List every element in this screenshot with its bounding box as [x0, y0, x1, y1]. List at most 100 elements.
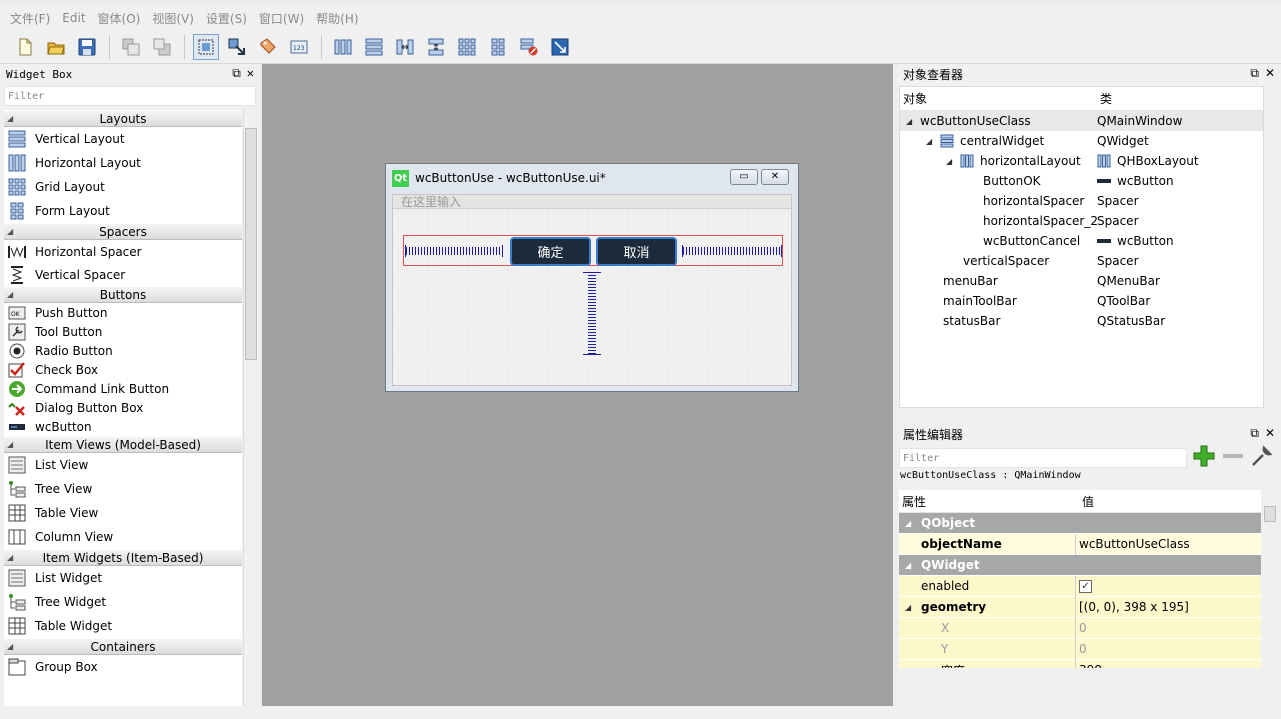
widget-item-list-widget[interactable]: List Widget [4, 566, 242, 590]
close-icon[interactable]: ✕ [247, 66, 254, 81]
column-class[interactable]: 类 [1097, 90, 1112, 107]
widget-item-list-view[interactable]: List View [4, 453, 242, 477]
float-dock-icon[interactable]: ⧉ [1250, 426, 1259, 441]
vertical-spacer[interactable] [583, 272, 601, 355]
widget-item-dialog-button-box[interactable]: Dialog Button Box [4, 398, 242, 417]
column-property[interactable]: 属性 [899, 493, 1079, 510]
layout-grid-button[interactable] [454, 34, 480, 60]
bring-to-front-button[interactable] [149, 34, 175, 60]
horizontal-layout-frame[interactable]: 确定 取消 [403, 235, 783, 266]
close-icon[interactable]: ✕ [1265, 426, 1275, 441]
tree-row[interactable]: menuBar QMenuBar [900, 271, 1263, 291]
widget-item-command-link-button[interactable]: Command Link Button [4, 379, 242, 398]
minimize-button[interactable]: ▭ [730, 169, 758, 185]
tree-row[interactable]: ◢ centralWidget QWidget [900, 131, 1263, 151]
object-tree[interactable]: 对象 类 ◢ wcButtonUseClass QMainWindow ◢ cent… [899, 86, 1264, 408]
send-to-back-button[interactable] [118, 34, 144, 60]
property-row-enabled[interactable]: enabled ✓ [899, 575, 1261, 597]
menu-help[interactable]: 帮助(H) [310, 10, 364, 27]
property-row-geometry[interactable]: ◢ geometry [(0, 0), 398 x 195] [899, 596, 1261, 618]
configure-wrench-icon[interactable] [1250, 444, 1274, 468]
adjust-size-button[interactable] [547, 34, 573, 60]
close-icon[interactable]: ✕ [1265, 66, 1275, 81]
menu-form[interactable]: 窗体(O) [92, 10, 147, 27]
property-filter-input[interactable]: Filter [899, 448, 1187, 468]
property-row-width[interactable]: 宽度 398 [899, 659, 1261, 668]
widget-item-vertical-layout[interactable]: Vertical Layout [4, 127, 242, 151]
form-window[interactable]: Qt wcButtonUse - wcButtonUse.ui* ▭ ✕ 在这里… [385, 163, 799, 392]
widget-item-tree-widget[interactable]: Tree Widget [4, 590, 242, 614]
tree-row[interactable]: verticalSpacer Spacer [900, 251, 1263, 271]
scrollbar-thumb[interactable] [1264, 506, 1276, 522]
layout-form-button[interactable] [485, 34, 511, 60]
widget-item-column-view[interactable]: Column View [4, 525, 242, 549]
menu-file[interactable]: 文件(F) [4, 10, 56, 27]
property-row-objectname[interactable]: objectName wcButtonUseClass [899, 533, 1261, 555]
horizontal-spacer[interactable] [405, 245, 503, 257]
edit-signals-slots-button[interactable] [224, 34, 250, 60]
widget-item-wcbutton[interactable]: wcButton [4, 417, 242, 436]
widget-item-horizontal-spacer[interactable]: Horizontal Spacer [4, 240, 242, 263]
float-dock-icon[interactable]: ⧉ [232, 66, 241, 81]
ok-button[interactable]: 确定 [510, 237, 591, 266]
enabled-checkbox[interactable]: ✓ [1079, 579, 1092, 593]
tree-row[interactable]: horizontalSpacer_2 Spacer [900, 211, 1263, 231]
widget-item-form-layout[interactable]: Form Layout [4, 199, 242, 223]
widget-box-filter-input[interactable]: Filter [4, 86, 256, 106]
category-spacers[interactable]: ◢ Spacers [4, 223, 242, 240]
cancel-button[interactable]: 取消 [596, 237, 677, 266]
menu-edit[interactable]: Edit [56, 11, 91, 25]
widget-item-horizontal-layout[interactable]: Horizontal Layout [4, 151, 242, 175]
widget-item-group-box[interactable]: Group Box [4, 655, 242, 679]
menu-view[interactable]: 视图(V) [146, 10, 200, 27]
column-object[interactable]: 对象 [900, 90, 1097, 107]
widget-item-push-button[interactable]: OK Push Button [4, 303, 242, 322]
column-value[interactable]: 值 [1079, 493, 1094, 510]
tree-row[interactable]: statusBar QStatusBar [900, 311, 1263, 331]
tree-row[interactable]: horizontalSpacer Spacer [900, 191, 1263, 211]
layout-h-splitter-button[interactable] [392, 34, 418, 60]
property-table[interactable]: 属性 值 ◢ QObject objectName wcButtonUseClas… [899, 490, 1261, 668]
open-file-button[interactable] [43, 34, 69, 60]
tree-row[interactable]: mainToolBar QToolBar [900, 291, 1263, 311]
layout-horizontal-button[interactable] [330, 34, 356, 60]
widget-item-vertical-spacer[interactable]: Vertical Spacer [4, 263, 242, 286]
tree-row[interactable]: ◢ wcButtonUseClass QMainWindow [900, 111, 1263, 131]
property-row-x[interactable]: X 0 [899, 617, 1261, 639]
menu-window[interactable]: 窗口(W) [253, 10, 310, 27]
property-group-qwidget[interactable]: ◢ QWidget [899, 555, 1261, 576]
object-tree-scrollbar[interactable] [1265, 86, 1279, 408]
float-dock-icon[interactable]: ⧉ [1250, 66, 1259, 81]
widget-item-table-view[interactable]: Table View [4, 501, 242, 525]
scrollbar-thumb[interactable] [245, 128, 257, 360]
layout-v-splitter-button[interactable] [423, 34, 449, 60]
category-item-widgets[interactable]: ◢ Item Widgets (Item-Based) [4, 549, 242, 566]
remove-property-icon[interactable] [1221, 444, 1245, 468]
tree-row[interactable]: ButtonOK wcButton [900, 171, 1263, 191]
menu-settings[interactable]: 设置(S) [200, 10, 253, 27]
widget-item-tree-view[interactable]: Tree View [4, 477, 242, 501]
property-group-qobject[interactable]: ◢ QObject [899, 513, 1261, 534]
widget-item-grid-layout[interactable]: Grid Layout [4, 175, 242, 199]
widget-item-check-box[interactable]: Check Box [4, 360, 242, 379]
edit-widgets-button[interactable] [193, 33, 219, 60]
save-button[interactable] [74, 34, 100, 60]
horizontal-spacer-2[interactable] [682, 245, 782, 257]
form-menu-placeholder[interactable]: 在这里输入 [393, 195, 791, 209]
category-item-views[interactable]: ◢ Item Views (Model-Based) [4, 436, 242, 453]
add-property-icon[interactable] [1192, 444, 1216, 468]
break-layout-button[interactable] [516, 34, 542, 60]
widget-item-radio-button[interactable]: Radio Button [4, 341, 242, 360]
edit-buddies-button[interactable] [255, 34, 281, 60]
tree-row[interactable]: wcButtonCancel wcButton [900, 231, 1263, 251]
category-buttons[interactable]: ◢ Buttons [4, 286, 242, 303]
new-file-button[interactable] [12, 34, 38, 60]
category-containers[interactable]: ◢ Containers [4, 638, 242, 655]
widget-item-table-widget[interactable]: Table Widget [4, 614, 242, 638]
property-row-y[interactable]: Y 0 [899, 638, 1261, 660]
widget-box-scrollbar[interactable] [243, 110, 257, 706]
form-title-bar[interactable]: Qt wcButtonUse - wcButtonUse.ui* ▭ ✕ [386, 164, 798, 192]
layout-vertical-button[interactable] [361, 34, 387, 60]
edit-tab-order-button[interactable]: 123 [286, 34, 312, 60]
tree-row[interactable]: ◢ horizontalLayout QHBoxLayout [900, 151, 1263, 171]
